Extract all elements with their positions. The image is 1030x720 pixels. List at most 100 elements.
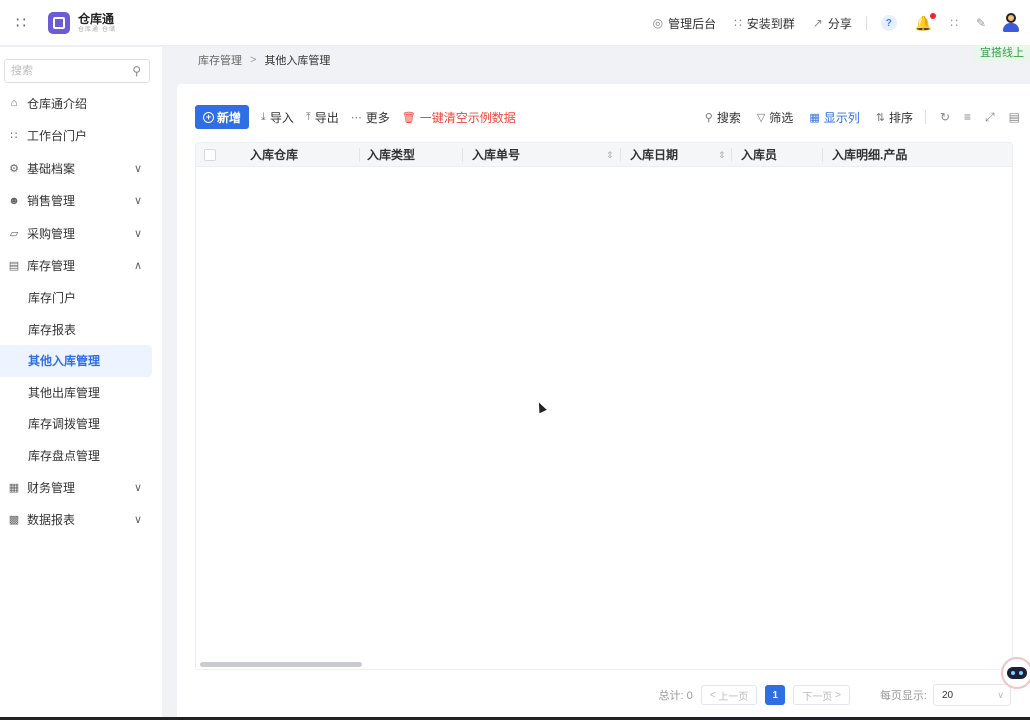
filter-button[interactable]: ▽ 筛选	[757, 109, 793, 126]
column-header-type[interactable]: 入库类型	[367, 143, 415, 167]
pagination: 总计: 0 < 上一页 1 下一页 > 每页显示: 20 ∨	[658, 684, 1011, 706]
sidebar-subitem-other-outbound[interactable]: 其他出库管理	[0, 377, 162, 409]
more-button[interactable]: ⋯ 更多	[351, 109, 390, 126]
share-button[interactable]: ↗ 分享	[813, 15, 852, 32]
import-button[interactable]: ⤓ 导入	[261, 109, 294, 126]
add-label: 新增	[217, 110, 242, 125]
columns-button[interactable]: ▦ 显示列	[809, 109, 859, 126]
sidebar-item-finance[interactable]: ▦ 财务管理 ∨	[0, 471, 162, 504]
app-grid-icon[interactable]: ∷	[10, 12, 32, 34]
divider	[924, 110, 926, 124]
app-logo	[48, 11, 70, 34]
sidebar-item-archive[interactable]: ⚙ 基础档案 ∨	[0, 152, 162, 185]
apps-icon[interactable]: ∷	[950, 16, 958, 30]
breadcrumb-parent[interactable]: 库存管理	[198, 52, 242, 68]
clear-label: 一键清空示例数据	[419, 110, 516, 125]
avatar[interactable]	[1002, 13, 1020, 33]
export-label: 导出	[314, 110, 339, 125]
install-icon: ∷	[734, 16, 742, 30]
sidebar-subitem-stocktake[interactable]: 库存盘点管理	[0, 440, 162, 472]
sidebar-subitem-transfer[interactable]: 库存调拨管理	[0, 408, 162, 440]
data-table: 入库仓库 入库类型 入库单号 ⇕ 入库日期 ⇕ 入库员 入库明细.产品	[195, 142, 1013, 670]
column-divider[interactable]	[822, 148, 823, 162]
search-button[interactable]: ⚲ 搜索	[705, 109, 741, 126]
finance-icon: ▦	[8, 481, 20, 494]
search-icon[interactable]: ⚲	[132, 64, 141, 78]
sidebar-subitem-inventory-portal[interactable]: 库存门户	[0, 282, 162, 314]
clear-sample-data-button[interactable]: 🗑 一键清空示例数据	[402, 109, 516, 126]
search-label: 搜索	[716, 110, 741, 125]
top-actions: ◎ 管理后台 ∷ 安装到群 ↗ 分享 ? 🔔 ∷ ✎	[635, 0, 1020, 46]
next-page-label: 下一页	[802, 691, 833, 703]
row-height-icon[interactable]: ≡	[964, 110, 971, 124]
purchase-icon: ▱	[9, 227, 19, 240]
install-to-group-button[interactable]: ∷ 安装到群	[734, 15, 795, 32]
breadcrumb-separator-icon: >	[250, 54, 257, 66]
select-all-checkbox[interactable]	[204, 149, 216, 161]
column-header-date[interactable]: 入库日期 ⇕	[630, 143, 730, 167]
sidebar-item-purchase[interactable]: ▱ 采购管理 ∨	[0, 217, 162, 250]
sort-button[interactable]: ⇅ 排序	[876, 109, 913, 126]
sidebar-item-label: 财务管理	[27, 480, 76, 495]
sidebar-item-report[interactable]: ▩ 数据报表 ∨	[0, 504, 162, 537]
sidebar-item-portal[interactable]: ∷ 工作台门户	[0, 120, 162, 153]
sidebar-item-label: 仓库通介绍	[27, 96, 88, 111]
column-header-number[interactable]: 入库单号 ⇕	[472, 143, 622, 167]
column-header-warehouse[interactable]: 入库仓库	[250, 143, 298, 167]
sort-icon[interactable]: ⇕	[718, 143, 726, 167]
column-label: 入库仓库	[250, 148, 299, 162]
column-header-product[interactable]: 入库明细.产品	[832, 143, 907, 167]
sort-icon[interactable]: ⇕	[606, 143, 614, 167]
fullscreen-icon[interactable]: ⤢	[985, 110, 995, 125]
column-header-operator[interactable]: 入库员	[741, 143, 777, 167]
column-divider[interactable]	[620, 148, 621, 162]
chevron-down-icon: ∨	[133, 227, 142, 240]
prev-page-button[interactable]: < 上一页	[700, 685, 758, 705]
sidebar-item-label: 库存管理	[27, 259, 76, 274]
page-size-select[interactable]: 20 ∨	[933, 684, 1011, 706]
columns-label: 显示列	[823, 110, 860, 125]
admin-label: 管理后台	[668, 16, 717, 31]
columns-icon: ▦	[809, 111, 820, 124]
sidebar-item-inventory[interactable]: ▤ 库存管理 ∧	[0, 250, 162, 283]
archive-icon: ⚙	[9, 162, 19, 175]
share-label: 分享	[827, 16, 852, 31]
chevron-down-icon: ∨	[133, 514, 142, 527]
column-label: 入库明细.产品	[832, 148, 908, 162]
sidebar-item-label: 采购管理	[27, 226, 76, 241]
page-size-label: 每页显示:	[879, 690, 927, 702]
sidebar-item-intro[interactable]: ⌂ 仓库通介绍	[0, 87, 162, 120]
refresh-icon[interactable]: ↻	[940, 110, 950, 124]
notification-bell-icon[interactable]: 🔔	[915, 12, 937, 32]
horizontal-scrollbar[interactable]	[200, 662, 362, 667]
total-count: 总计: 0	[658, 690, 693, 702]
next-page-button[interactable]: 下一页 >	[793, 685, 850, 705]
notification-dot	[930, 12, 937, 19]
sort-icon: ⇅	[875, 111, 885, 124]
chevron-up-icon: ∧	[133, 260, 142, 273]
live-badge[interactable]: 宜搭线上	[974, 45, 1030, 61]
column-divider[interactable]	[731, 148, 732, 162]
sidebar-item-sales[interactable]: ☻ 销售管理 ∨	[0, 185, 162, 218]
help-icon[interactable]: ?	[880, 15, 897, 31]
column-divider[interactable]	[359, 148, 360, 162]
sidebar: ⚲ ⌂ 仓库通介绍 ∷ 工作台门户 ⚙ 基础档案 ∨ ☻ 销售管理 ∨ ▱ 采购…	[0, 47, 162, 720]
column-divider[interactable]	[462, 148, 463, 162]
admin-button[interactable]: ◎ 管理后台	[653, 15, 717, 32]
column-label: 入库员	[741, 148, 778, 162]
chevron-down-icon: ∨	[133, 162, 142, 175]
sidebar-subitem-other-inbound[interactable]: 其他入库管理	[0, 345, 152, 377]
prev-page-label: 上一页	[718, 691, 749, 703]
page-number-current[interactable]: 1	[765, 685, 786, 705]
todo-icon[interactable]: ✎	[976, 16, 986, 30]
sidebar-subitem-inventory-report[interactable]: 库存报表	[0, 314, 162, 346]
sidebar-search-input[interactable]	[5, 60, 115, 82]
filter-label: 筛选	[769, 110, 794, 125]
export-icon: ⤒	[305, 110, 311, 123]
add-button[interactable]: + 新增	[195, 105, 250, 129]
top-bar: ∷ 仓库通 仓库通·仓储 ◎ 管理后台 ∷ 安装到群 ↗ 分享 ? 🔔 ∷ ✎	[0, 0, 1030, 46]
export-button[interactable]: ⤒ 导出	[306, 109, 339, 126]
assistant-robot-icon[interactable]	[1001, 657, 1030, 689]
print-icon[interactable]: ▤	[1009, 110, 1020, 124]
sidebar-item-label: 工作台门户	[27, 129, 88, 144]
